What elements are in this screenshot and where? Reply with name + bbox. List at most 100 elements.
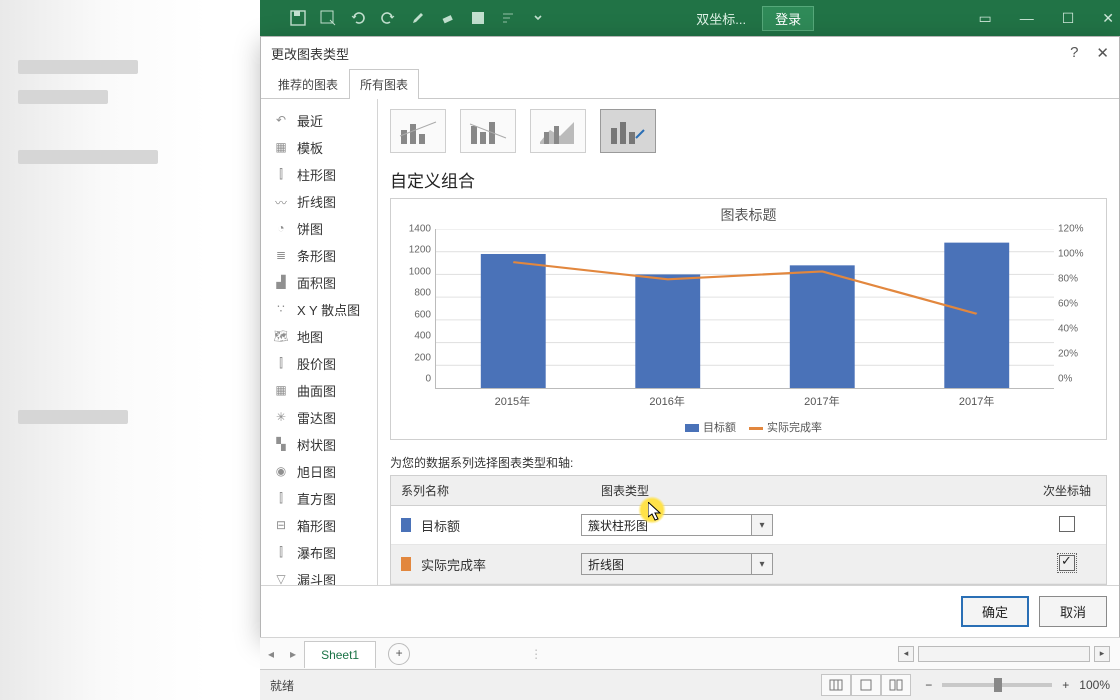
series-row-0[interactable]: 目标额 ▾ xyxy=(391,506,1106,545)
brush-icon[interactable] xyxy=(410,10,426,26)
category-11[interactable]: ✳雷达图 xyxy=(261,404,377,431)
category-4[interactable]: ◔饼图 xyxy=(261,215,377,242)
category-8[interactable]: 🗺地图 xyxy=(261,323,377,350)
category-7[interactable]: ∵X Y 散点图 xyxy=(261,296,377,323)
zoom-level[interactable]: 100% xyxy=(1079,678,1110,692)
scroll-right-icon[interactable]: ▸ xyxy=(1094,646,1110,662)
series-row-1[interactable]: 实际完成率 ▾ xyxy=(391,545,1106,584)
category-icon: ✳ xyxy=(273,410,289,426)
series-name-0: 目标额 xyxy=(421,516,460,535)
secondary-axis-checkbox-1[interactable] xyxy=(1059,555,1075,571)
zoom-out-icon[interactable]: − xyxy=(925,678,932,692)
tab-recommended[interactable]: 推荐的图表 xyxy=(267,69,349,99)
category-9[interactable]: ⫿股价图 xyxy=(261,350,377,377)
series-table: 系列名称 图表类型 次坐标轴 目标额 ▾ 实际完成率 ▾ xyxy=(390,475,1107,585)
chart-legend: 目标额 实际完成率 xyxy=(401,419,1096,435)
y-axis-primary: 0200400600800100012001400 xyxy=(401,229,435,389)
category-icon: ▚ xyxy=(273,437,289,453)
maximize-icon[interactable]: ☐ xyxy=(1062,10,1075,27)
zoom-in-icon[interactable]: + xyxy=(1062,678,1069,692)
undo-icon[interactable] xyxy=(350,10,366,26)
close-icon[interactable]: ✕ xyxy=(1102,10,1114,27)
chevron-down-icon[interactable]: ▾ xyxy=(751,554,772,574)
view-page-break-icon[interactable] xyxy=(881,674,911,696)
category-2[interactable]: ⫿柱形图 xyxy=(261,161,377,188)
category-13[interactable]: ◉旭日图 xyxy=(261,458,377,485)
subtype-2[interactable] xyxy=(460,109,516,153)
category-icon: ⫿ xyxy=(273,167,289,183)
minimize-icon[interactable]: — xyxy=(1020,10,1034,26)
dialog-tabs: 推荐的图表 所有图表 xyxy=(261,69,1119,99)
category-16[interactable]: ⫿瀑布图 xyxy=(261,539,377,566)
category-5[interactable]: ≣条形图 xyxy=(261,242,377,269)
status-ready: 就绪 xyxy=(270,677,294,694)
subtype-1[interactable] xyxy=(390,109,446,153)
category-icon: ▟ xyxy=(273,275,289,291)
ribbon-options-icon[interactable]: ▭ xyxy=(978,10,991,27)
status-bar: 就绪 − + 100% xyxy=(260,669,1120,700)
col-secondary-axis: 次坐标轴 xyxy=(1028,476,1106,505)
more-icon[interactable] xyxy=(530,10,546,26)
col-series-name: 系列名称 xyxy=(391,476,591,505)
category-icon: ∵ xyxy=(273,302,289,318)
login-button[interactable]: 登录 xyxy=(762,6,814,31)
category-icon: 〰 xyxy=(273,194,289,210)
scroll-left-icon[interactable]: ◂ xyxy=(898,646,914,662)
save-icon[interactable] xyxy=(290,10,306,26)
category-icon: ⫿ xyxy=(273,356,289,372)
sheet-tab-bar: ◂ ▸ Sheet1 + ⋮ ◂ ▸ xyxy=(260,637,1120,670)
change-chart-type-dialog: 更改图表类型 ? ✕ 推荐的图表 所有图表 ↶最近▦模板⫿柱形图〰折线图◔饼图≣… xyxy=(260,36,1120,638)
secondary-axis-checkbox-0[interactable] xyxy=(1059,516,1075,532)
category-10[interactable]: ▦曲面图 xyxy=(261,377,377,404)
dialog-close-icon[interactable]: ✕ xyxy=(1096,44,1109,62)
category-1[interactable]: ▦模板 xyxy=(261,134,377,161)
category-17[interactable]: ▽漏斗图 xyxy=(261,566,377,585)
category-icon: ◔ xyxy=(273,221,289,237)
view-page-layout-icon[interactable] xyxy=(851,674,881,696)
series-type-input-0[interactable] xyxy=(582,515,751,535)
add-sheet-button[interactable]: + xyxy=(388,643,410,665)
x-axis-categories: 2015年2016年2017年2017年 xyxy=(435,389,1054,409)
help-icon[interactable]: ? xyxy=(1070,44,1078,62)
category-12[interactable]: ▚树状图 xyxy=(261,431,377,458)
sheet-nav-next-icon[interactable]: ▸ xyxy=(282,647,304,661)
category-15[interactable]: ⊟箱形图 xyxy=(261,512,377,539)
category-14[interactable]: ⫿直方图 xyxy=(261,485,377,512)
chevron-down-icon[interactable]: ▾ xyxy=(751,515,772,535)
category-icon: ▦ xyxy=(273,383,289,399)
series-type-combo-1[interactable]: ▾ xyxy=(581,553,773,575)
horizontal-scrollbar[interactable]: ◂ ▸ xyxy=(898,646,1110,662)
sheet-nav-prev-icon[interactable]: ◂ xyxy=(260,647,282,661)
series-type-combo-0[interactable]: ▾ xyxy=(581,514,773,536)
zoom-control[interactable]: − + 100% xyxy=(925,678,1110,692)
y-axis-secondary: 0%20%40%60%80%100%120% xyxy=(1056,229,1096,389)
ok-button[interactable]: 确定 xyxy=(961,596,1029,627)
cancel-button[interactable]: 取消 xyxy=(1039,596,1107,627)
chart-preview: 图表标题 0200400600800100012001400 0%20%40%6… xyxy=(390,198,1107,440)
category-6[interactable]: ▟面积图 xyxy=(261,269,377,296)
eraser-icon[interactable] xyxy=(440,10,456,26)
plot-area xyxy=(435,229,1054,389)
category-0[interactable]: ↶最近 xyxy=(261,107,377,134)
category-icon: ⫿ xyxy=(273,491,289,507)
subtype-3[interactable] xyxy=(530,109,586,153)
sort-icon[interactable] xyxy=(500,10,516,26)
tab-all-charts[interactable]: 所有图表 xyxy=(349,69,419,99)
category-icon: ▽ xyxy=(273,572,289,586)
redo-icon[interactable] xyxy=(380,10,396,26)
category-icon: ≣ xyxy=(273,248,289,264)
category-icon: ◉ xyxy=(273,464,289,480)
subtype-custom[interactable] xyxy=(600,109,656,153)
grid-icon[interactable] xyxy=(470,10,486,26)
sheet-tab[interactable]: Sheet1 xyxy=(304,641,376,668)
legend-entry-2: 实际完成率 xyxy=(767,422,822,434)
category-icon: 🗺 xyxy=(273,329,289,345)
legend-entry-1: 目标额 xyxy=(703,422,736,434)
series-type-input-1[interactable] xyxy=(582,554,751,574)
series-name-1: 实际完成率 xyxy=(421,555,486,574)
category-3[interactable]: 〰折线图 xyxy=(261,188,377,215)
save-as-icon[interactable] xyxy=(320,10,336,26)
background-blur xyxy=(0,0,260,700)
category-icon: ▦ xyxy=(273,140,289,156)
view-normal-icon[interactable] xyxy=(821,674,851,696)
